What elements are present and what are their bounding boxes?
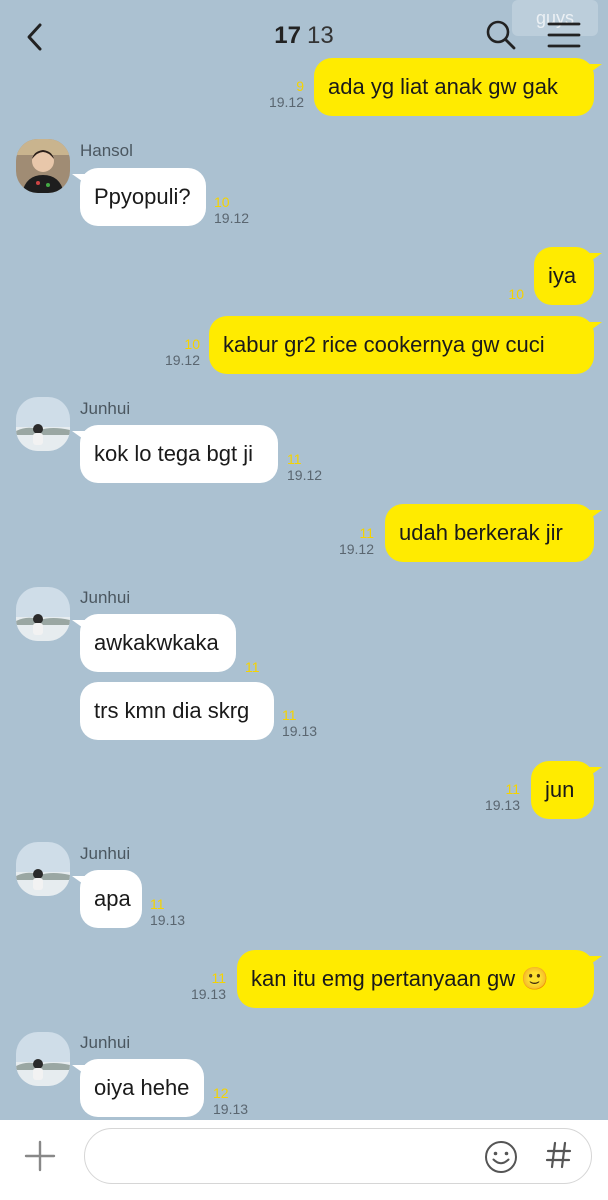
message-meta: 11 19.13 — [172, 970, 226, 1002]
message-bubble[interactable]: trs kmn dia skrg — [80, 682, 274, 740]
hamburger-menu-icon — [547, 22, 581, 48]
message-bubble[interactable]: udah berkerak jir — [385, 504, 594, 562]
message-time: 19.13 — [213, 1101, 249, 1117]
read-count: 10 — [214, 194, 230, 210]
read-count: 10 — [184, 336, 200, 352]
sender-name: Junhui — [80, 399, 131, 418]
avatar[interactable] — [16, 397, 70, 451]
message-meta: 11 19.13 — [282, 707, 317, 739]
read-count: 11 — [359, 525, 374, 541]
message-time: 19.12 — [287, 467, 323, 483]
message-meta: 10 19.12 — [214, 194, 249, 226]
search-icon — [486, 20, 516, 50]
read-count: 11 — [282, 707, 297, 723]
read-count: 12 — [213, 1085, 229, 1101]
sender-name: Hansol — [80, 141, 133, 160]
message-input[interactable] — [105, 1143, 469, 1173]
avatar-image — [16, 587, 70, 641]
bubble-tail — [588, 253, 602, 263]
message-bubble[interactable]: kabur gr2 rice cookernya gw cuci — [209, 316, 594, 374]
message-bubble[interactable]: jun — [531, 761, 594, 819]
message-meta: 11 19.12 — [320, 525, 374, 557]
search-button[interactable] — [484, 18, 518, 52]
bubble-tail — [72, 1065, 86, 1075]
read-count: 9 — [296, 78, 304, 94]
message-time: 19.13 — [150, 912, 186, 928]
message-meta: 11 — [245, 659, 260, 675]
avatar-image — [16, 139, 70, 193]
menu-button[interactable] — [545, 18, 583, 52]
bubble-tail — [72, 174, 86, 184]
attach-button[interactable] — [22, 1138, 58, 1174]
message-bubble[interactable]: awkakwkaka — [80, 614, 236, 672]
message-meta: 11 19.13 — [150, 896, 185, 928]
hash-icon — [545, 1141, 572, 1169]
avatar[interactable] — [16, 587, 70, 641]
avatar[interactable] — [16, 139, 70, 193]
message-meta: 10 19.12 — [146, 336, 200, 368]
message-bubble[interactable]: apa — [80, 870, 142, 928]
avatar-image — [16, 842, 70, 896]
input-bar — [0, 1120, 608, 1200]
sender-name: Junhui — [80, 588, 131, 607]
avatar-image — [16, 397, 70, 451]
avatar-image — [16, 1032, 70, 1086]
message-bubble[interactable]: ada yg liat anak gw gak — [314, 58, 594, 116]
emoji-button[interactable] — [483, 1139, 519, 1175]
message-meta: 11 19.12 — [287, 451, 322, 483]
message-bubble[interactable]: kok lo tega bgt ji — [80, 425, 278, 483]
smiley-icon — [485, 1141, 517, 1173]
read-count: 11 — [505, 781, 520, 797]
read-count: 11 — [287, 451, 302, 467]
message-time: 19.13 — [190, 986, 226, 1002]
read-count: 10 — [508, 286, 524, 302]
message-bubble[interactable]: iya — [534, 247, 594, 305]
chat-name: 17 — [274, 22, 301, 49]
read-count: 11 — [245, 659, 260, 675]
read-count: 11 — [150, 896, 165, 912]
message-bubble[interactable]: Ppyopuli? — [80, 168, 206, 226]
hash-button[interactable] — [541, 1135, 577, 1175]
message-input-field[interactable] — [84, 1128, 592, 1184]
message-time: 19.12 — [164, 352, 200, 368]
message-meta: 12 19.13 — [213, 1085, 248, 1117]
message-time: 19.13 — [282, 723, 318, 739]
avatar[interactable] — [16, 842, 70, 896]
sender-name: Junhui — [80, 844, 131, 863]
bubble-tail — [588, 767, 602, 777]
bubble-tail — [72, 431, 86, 441]
plus-icon — [24, 1140, 56, 1172]
member-count: 13 — [307, 22, 334, 49]
sender-name: Junhui — [80, 1033, 131, 1052]
message-bubble[interactable]: kan itu emg pertanyaan gw 🙂 — [237, 950, 594, 1008]
message-time: 19.13 — [484, 797, 520, 813]
bubble-tail — [588, 322, 602, 332]
message-time: 19.12 — [268, 94, 304, 110]
bubble-tail — [72, 620, 86, 630]
avatar[interactable] — [16, 1032, 70, 1086]
bubble-tail — [588, 956, 602, 966]
read-count: 11 — [211, 970, 226, 986]
message-bubble[interactable]: oiya hehe — [80, 1059, 204, 1117]
bubble-tail — [588, 510, 602, 520]
bubble-tail — [588, 64, 602, 74]
message-meta: 9 19.12 — [250, 78, 304, 110]
message-time: 19.12 — [338, 541, 374, 557]
bubble-tail — [72, 876, 86, 886]
message-meta: 10 — [470, 286, 524, 302]
message-time: 19.12 — [214, 210, 250, 226]
message-meta: 11 19.13 — [466, 781, 520, 813]
